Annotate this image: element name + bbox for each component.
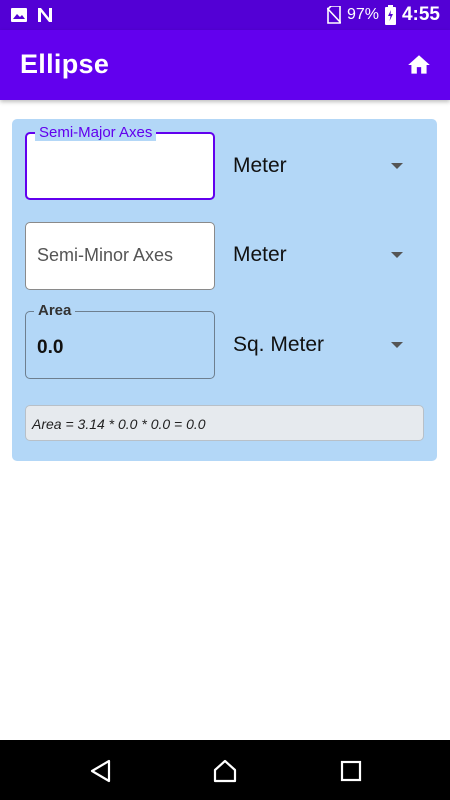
dropdown-arrow-icon bbox=[391, 252, 403, 258]
area-value: 0.0 bbox=[37, 337, 64, 358]
back-icon bbox=[88, 759, 114, 788]
battery-percent: 97% bbox=[346, 6, 379, 23]
semi-minor-unit-dropdown[interactable]: Meter bbox=[233, 235, 413, 275]
formula-display: Area = 3.14 * 0.0 * 0.0 = 0.0 bbox=[25, 405, 424, 441]
image-icon bbox=[10, 7, 28, 23]
home-icon bbox=[212, 759, 238, 788]
app-bar: Ellipse bbox=[0, 30, 450, 100]
no-sim-icon bbox=[326, 6, 341, 24]
semi-major-unit-value: Meter bbox=[233, 154, 287, 177]
area-output-field: Area 0.0 bbox=[25, 303, 215, 379]
dropdown-arrow-icon bbox=[391, 342, 403, 348]
nav-home-button[interactable] bbox=[212, 758, 238, 784]
semi-minor-axes-input[interactable]: Semi-Minor Axes bbox=[25, 222, 215, 290]
clock: 4:55 bbox=[401, 4, 440, 25]
app-title: Ellipse bbox=[20, 49, 110, 79]
n-notification-icon bbox=[36, 6, 54, 24]
back-button[interactable] bbox=[88, 758, 114, 784]
ellipse-form-card: Semi-Major Axes Meter Semi-Minor Axes Me… bbox=[12, 119, 437, 461]
area-unit-value: Sq. Meter bbox=[233, 333, 325, 356]
semi-minor-unit-value: Meter bbox=[233, 243, 287, 266]
semi-major-axes-label: Semi-Major Axes bbox=[35, 125, 157, 141]
recents-icon bbox=[338, 760, 364, 788]
system-nav-bar bbox=[0, 740, 450, 800]
semi-minor-axes-placeholder: Semi-Minor Axes bbox=[37, 245, 174, 265]
formula-text: Area = 3.14 * 0.0 * 0.0 = 0.0 bbox=[32, 416, 206, 432]
semi-major-axes-input[interactable]: Semi-Major Axes bbox=[25, 125, 215, 200]
home-icon bbox=[406, 55, 432, 82]
semi-major-unit-dropdown[interactable]: Meter bbox=[233, 146, 413, 186]
area-label: Area bbox=[34, 303, 76, 319]
dropdown-arrow-icon bbox=[391, 163, 403, 169]
recents-button[interactable] bbox=[338, 758, 364, 784]
home-button[interactable] bbox=[406, 52, 432, 78]
status-bar: 97% 4:55 bbox=[0, 0, 450, 30]
area-unit-dropdown[interactable]: Sq. Meter bbox=[233, 325, 413, 365]
battery-charging-icon bbox=[384, 5, 396, 25]
